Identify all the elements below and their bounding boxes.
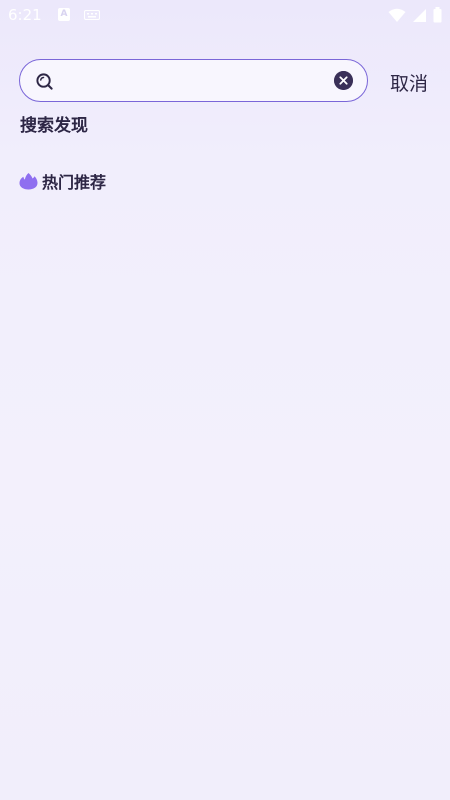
battery-icon (433, 7, 442, 23)
app-notification-icon: A (58, 8, 70, 21)
status-icons (388, 6, 442, 24)
status-bar: 6:21 A (0, 0, 450, 30)
signal-icon (413, 8, 426, 22)
wifi-icon (388, 8, 406, 22)
flame-icon (19, 173, 38, 190)
hot-recommend-header: 热门推荐 (19, 171, 107, 192)
search-icon (36, 73, 53, 90)
keyboard-icon (84, 10, 100, 20)
search-row: 取消 (19, 59, 439, 103)
clear-icon[interactable] (334, 71, 353, 90)
search-input[interactable] (64, 66, 328, 98)
hot-recommend-label: 热门推荐 (42, 173, 107, 192)
status-time: 6:21 (8, 6, 42, 24)
cancel-button[interactable]: 取消 (390, 69, 428, 96)
search-discover-title: 搜索发现 (20, 116, 88, 136)
search-box[interactable] (19, 59, 368, 102)
